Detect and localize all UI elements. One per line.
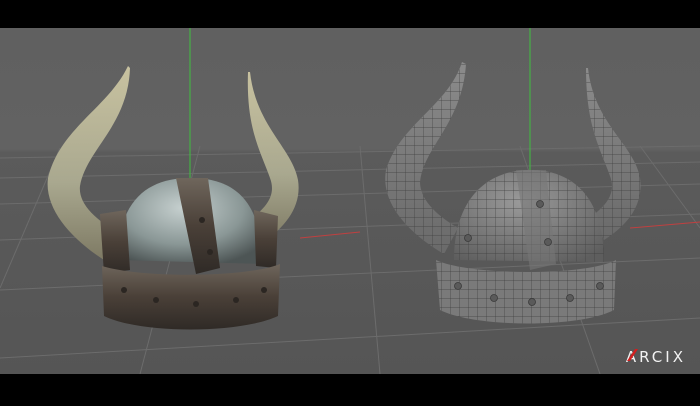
- letterbox-top: [0, 0, 700, 28]
- letterbox-bottom: [0, 374, 700, 406]
- x-axis-left: [299, 231, 361, 239]
- viking-helmet-wireframe: [385, 62, 641, 324]
- watermark-logo: ARCIX: [626, 348, 686, 366]
- scene-canvas: [0, 28, 700, 374]
- viking-helmet-textured: [47, 66, 299, 330]
- 3d-viewport: ARCIX: [0, 28, 700, 374]
- slash-logo-icon: [626, 349, 638, 361]
- x-axis-right: [629, 221, 700, 229]
